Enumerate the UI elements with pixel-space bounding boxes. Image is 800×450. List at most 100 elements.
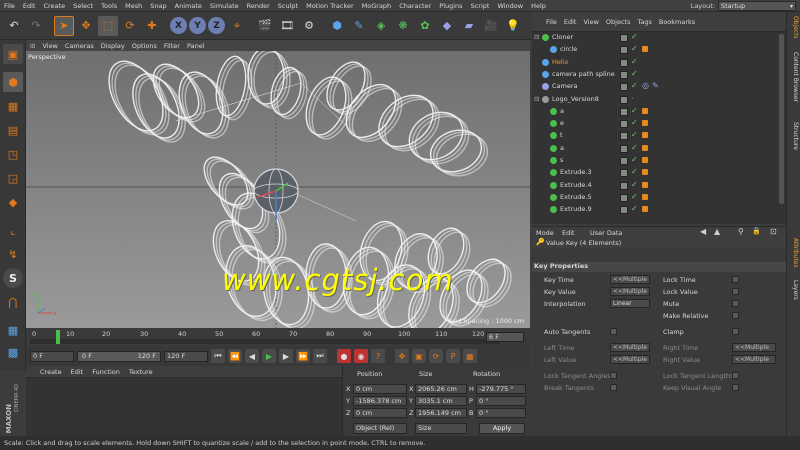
expand-icon[interactable]: ⊟ (534, 33, 539, 41)
size-mode-select[interactable]: Size (415, 423, 467, 434)
menu-sculpt[interactable]: Sculpt (274, 2, 302, 10)
move-button[interactable]: ✥ (76, 16, 96, 36)
go-to-end-button[interactable]: ⏭ (313, 349, 327, 363)
attr-menu-edit[interactable]: Edit (562, 229, 575, 237)
objects-menu-file[interactable]: File (546, 18, 557, 26)
key-position-button[interactable]: ✥ (395, 349, 409, 363)
undo-button[interactable]: ↶ (4, 16, 24, 36)
enabled-check-icon[interactable]: ✓ (631, 192, 638, 201)
render-picture-viewer-button[interactable]: 🎞 (277, 16, 297, 36)
workplane-mode-button[interactable]: ▤ (3, 120, 23, 140)
left-time-field[interactable]: <<Multiple (610, 343, 650, 352)
locked-workplane-button[interactable]: ▩ (3, 342, 23, 362)
material-menu-create[interactable]: Create (40, 368, 62, 376)
coord-mode-select[interactable]: Object (Rel) (353, 423, 407, 434)
enabled-check-icon[interactable]: ✓ (631, 32, 638, 41)
menu-character[interactable]: Character (395, 2, 435, 10)
recent-tool-button[interactable]: ✚ (142, 16, 162, 36)
range-slider[interactable]: 0 F 120 F (77, 350, 161, 362)
visibility-toggle[interactable] (620, 46, 628, 55)
visibility-toggle[interactable] (620, 181, 628, 190)
prev-frame-button[interactable]: ◀ (245, 349, 259, 363)
clamp-checkbox[interactable] (732, 328, 739, 335)
search-icon[interactable]: ⚲ (738, 227, 744, 236)
attr-menu-user-data[interactable]: User Data (590, 229, 622, 237)
rotate-button[interactable]: ⟳ (120, 16, 140, 36)
start-frame-field[interactable]: 0 F (30, 350, 74, 362)
key-value-field[interactable]: <<Multiple (610, 287, 650, 296)
menu-motion-tracker[interactable]: Motion Tracker (302, 2, 358, 10)
visibility-toggle[interactable] (620, 169, 628, 178)
tag-icon[interactable] (642, 144, 648, 151)
menu-create[interactable]: Create (39, 2, 69, 10)
position-z-field[interactable]: 0 cm (353, 408, 407, 418)
autokey-button[interactable]: ◉ (354, 349, 368, 363)
objects-menu-bookmarks[interactable]: Bookmarks (659, 18, 695, 26)
play-button[interactable]: ▶ (262, 349, 276, 363)
target-tag-icon[interactable]: ◎ (642, 81, 649, 90)
workplane-grid-button[interactable]: ▦ (3, 320, 23, 340)
current-frame-field[interactable]: 6 F (486, 332, 524, 342)
lock-value-checkbox[interactable] (732, 288, 739, 295)
material-menu-function[interactable]: Function (92, 368, 120, 376)
tab-attributes[interactable]: Attributes (789, 238, 799, 268)
visibility-toggle[interactable] (620, 95, 628, 104)
enabled-check-icon[interactable]: ✓ (631, 118, 638, 127)
visibility-toggle[interactable] (620, 58, 628, 67)
viewport-menu-filter[interactable]: Filter (164, 42, 180, 50)
keyframe-selection-button[interactable]: ? (371, 349, 385, 363)
coordinate-system-button[interactable]: ⌖ (227, 16, 247, 36)
axis-mode-button[interactable]: ⌞ (3, 220, 23, 240)
viewport-menu-view[interactable]: View (42, 42, 57, 50)
visibility-toggle[interactable] (620, 132, 628, 141)
magnet-button[interactable]: ⋂ (3, 292, 23, 312)
left-value-field[interactable]: <<Multiple (610, 355, 650, 364)
object-row[interactable]: Extrude.9 ✓ (532, 204, 786, 216)
rotation-b-field[interactable]: 0 ° (476, 408, 526, 418)
lock-tangent-lengths-checkbox[interactable] (732, 372, 739, 379)
viewport-menu-panel[interactable]: Panel (187, 42, 205, 50)
enabled-check-icon[interactable]: · (631, 94, 634, 103)
visibility-toggle[interactable] (620, 193, 628, 202)
tag-icon[interactable] (642, 193, 648, 200)
menu-window[interactable]: Window (493, 2, 527, 10)
tag-icon[interactable] (642, 132, 648, 139)
new-window-icon[interactable]: ⊡ (770, 227, 777, 236)
object-row[interactable]: s ✓ (532, 155, 786, 167)
visibility-toggle[interactable] (620, 157, 628, 165)
key-time-field[interactable]: <<Multiple (610, 275, 650, 284)
objects-menu-tags[interactable]: Tags (637, 18, 651, 26)
enabled-check-icon[interactable]: ✓ (631, 81, 638, 90)
visibility-toggle[interactable] (620, 70, 628, 79)
menu-mograph[interactable]: MoGraph (358, 2, 396, 10)
tag-icon[interactable] (642, 120, 648, 127)
array-button[interactable]: ❋ (393, 16, 413, 36)
next-key-button[interactable]: ⏩ (296, 349, 310, 363)
object-list-scrollbar[interactable] (779, 34, 784, 204)
tab-layers[interactable]: Layers (789, 280, 799, 300)
menu-tools[interactable]: Tools (97, 2, 121, 10)
enabled-check-icon[interactable]: ✓ (631, 44, 638, 53)
object-row[interactable]: a ✓ (532, 143, 786, 155)
layout-select[interactable]: Startup ▾ (718, 1, 796, 11)
make-relative-checkbox[interactable] (732, 312, 739, 319)
menu-file[interactable]: File (0, 2, 19, 10)
object-row[interactable]: e ✓ (532, 118, 786, 130)
make-editable-button[interactable]: ▣ (3, 44, 23, 64)
tag-icon[interactable] (642, 157, 648, 163)
next-frame-button[interactable]: ▶ (279, 349, 293, 363)
menu-animate[interactable]: Animate (171, 2, 206, 10)
polygons-mode-button[interactable]: ◆ (3, 192, 23, 212)
model-mode-button[interactable]: ⬢ (3, 72, 23, 92)
enabled-check-icon[interactable]: ✓ (631, 155, 638, 164)
playhead[interactable] (56, 330, 60, 344)
enabled-check-icon[interactable]: ✓ (631, 180, 638, 189)
deformer-button[interactable]: ✿ (415, 16, 435, 36)
menu-edit[interactable]: Edit (19, 2, 40, 10)
enabled-check-icon[interactable]: ✓ (631, 106, 638, 115)
material-menu-edit[interactable]: Edit (71, 368, 84, 376)
enabled-check-icon[interactable]: ✓ (631, 204, 638, 213)
cube-button[interactable]: ⬢ (327, 16, 347, 36)
tag-icon[interactable] (642, 169, 648, 176)
scale-button[interactable]: ⬚ (98, 15, 118, 36)
